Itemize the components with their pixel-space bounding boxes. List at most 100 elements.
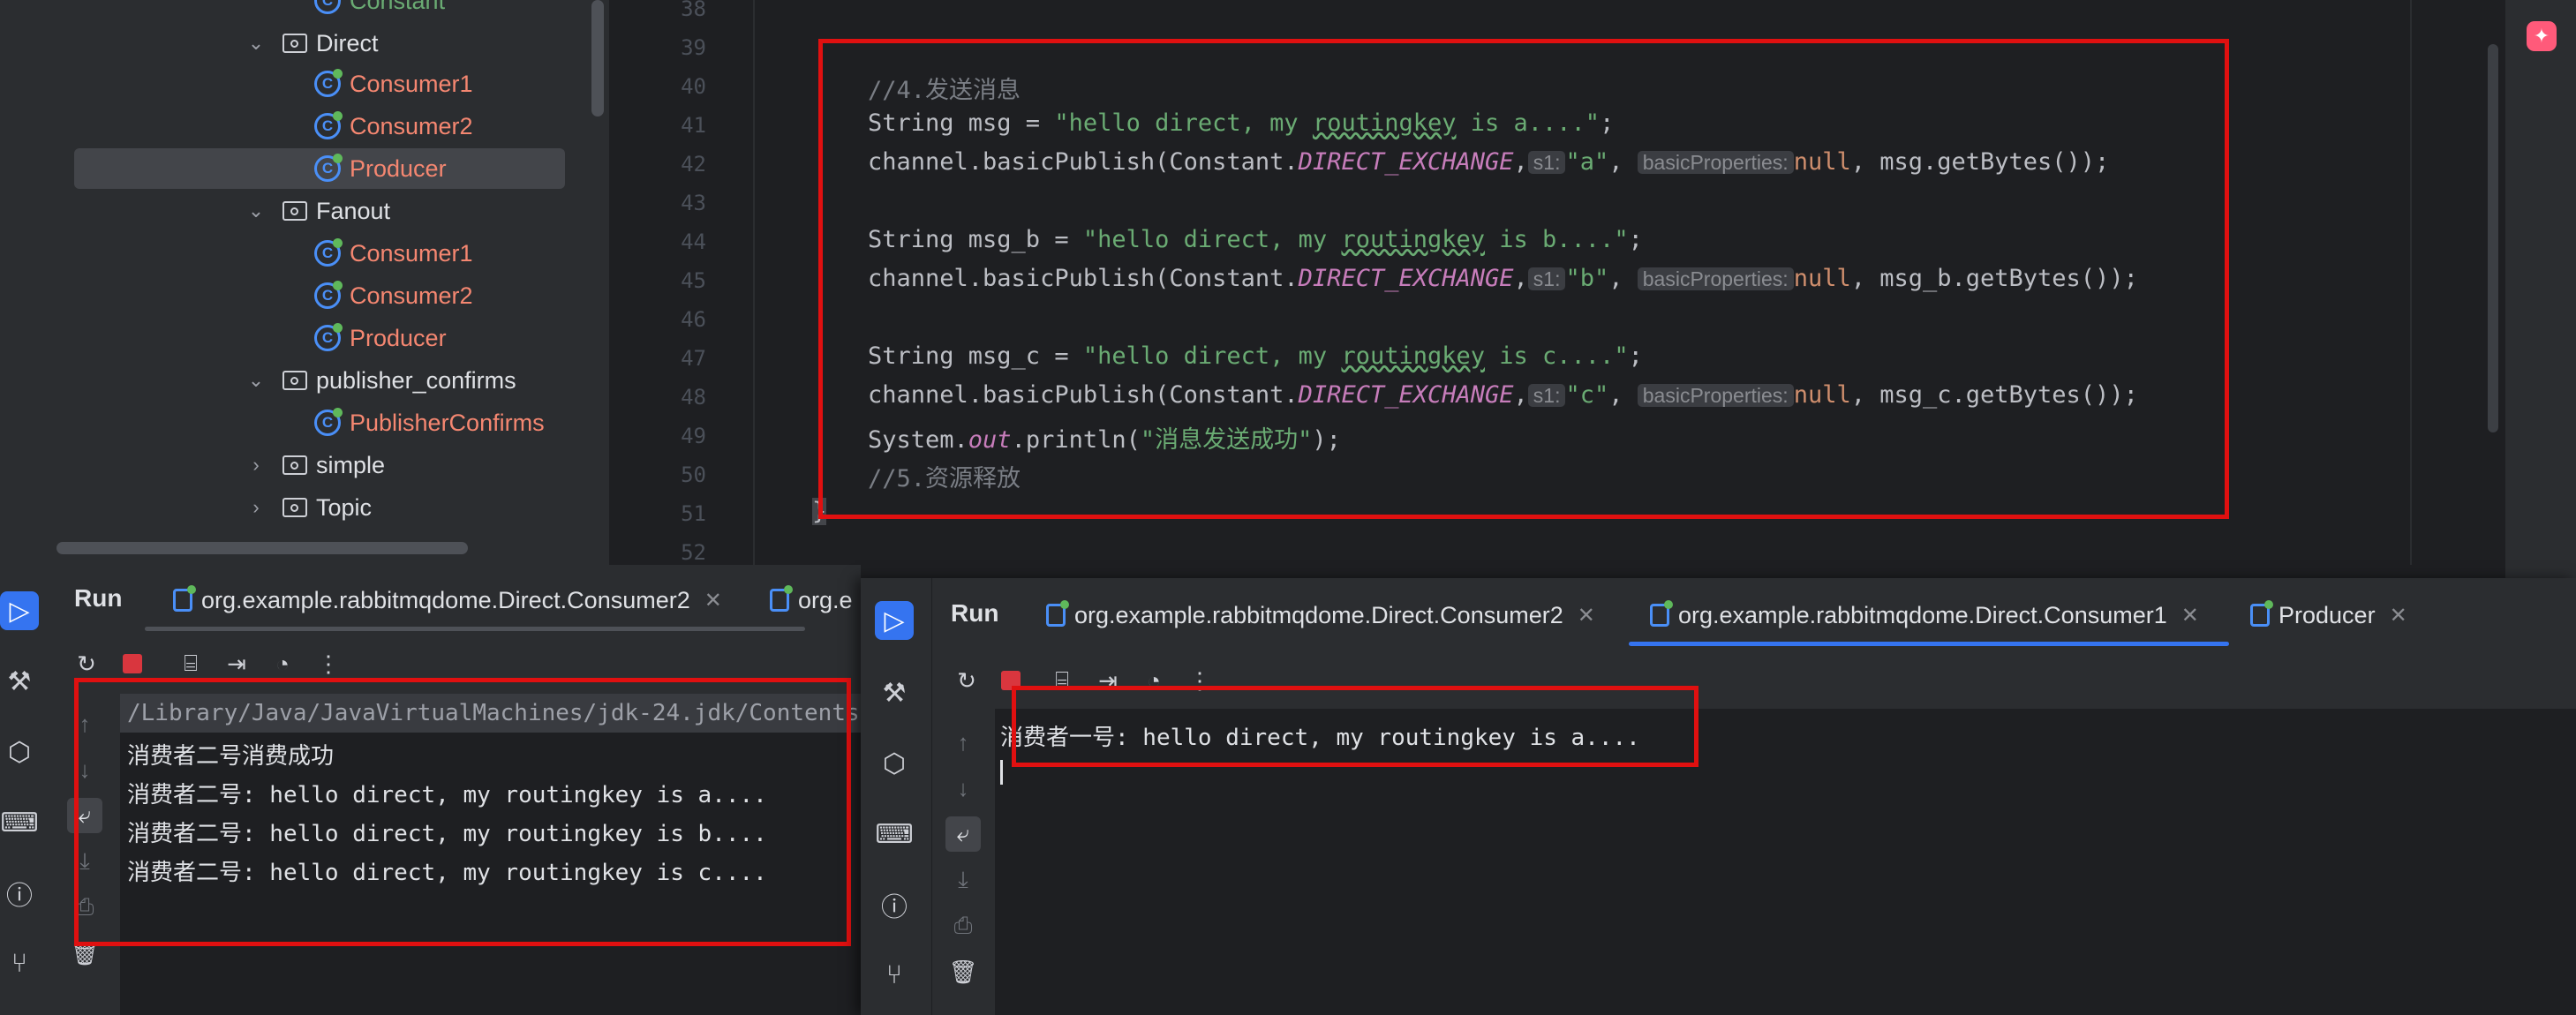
services-tool-icon[interactable]: ⬡ [0,733,39,771]
rerun-icon[interactable]: ↻ [71,648,102,680]
run-tool-icon[interactable]: ▷ [0,591,39,630]
restore-layout-icon[interactable]: ⇥ [221,648,252,680]
tab-consumer1[interactable]: org.example.rabbitmqdome.Direct.Consumer… [1650,596,2199,635]
chevron-right-icon[interactable]: › [244,496,268,519]
right-margin-guide [2410,0,2412,565]
close-icon[interactable]: ✕ [2181,603,2199,628]
run-config-icon [1046,600,1069,627]
profiler-icon[interactable]: ◔ [267,648,298,680]
services-tool-icon[interactable]: ⬡ [875,744,914,783]
code-string: "c" [1565,381,1609,409]
scroll-up-icon[interactable]: ↑ [945,725,981,760]
more-options-icon[interactable]: ⋮ [313,648,344,680]
run-panel-consumer2: Run org.example.rabbitmqdome.Direct.Cons… [53,565,861,1015]
code-constant: out [968,426,1012,454]
code-editor[interactable]: 38 39 40 41 42 43 44 45 46 47 48 49 50 5… [609,0,2505,565]
line-number: 52 [681,540,706,565]
tab-consumer2[interactable]: org.example.rabbitmqdome.Direct.Consumer… [173,581,722,620]
close-icon[interactable]: ✕ [1578,603,1595,628]
close-icon[interactable]: ✕ [2390,603,2407,628]
soft-wrap-icon[interactable]: ⤶ [945,816,981,852]
editor-vertical-scrollbar[interactable] [2488,44,2498,432]
tree-folder-fanout[interactable]: ⌄ Fanout [244,191,390,231]
tree-item-fanout-consumer1[interactable]: C Consumer1 [314,233,473,274]
tree-folder-simple[interactable]: › simple [244,445,385,485]
scroll-to-end-icon[interactable]: ⤓ [67,844,102,879]
run-config-icon [2250,600,2273,627]
problems-tool-icon[interactable]: ⓘ [875,885,914,924]
scroll-to-end-icon[interactable]: ⤓ [945,862,981,898]
code-token: , [1608,148,1638,176]
code-token: ; [1628,226,1643,253]
tree-item-direct-consumer2[interactable]: C Consumer2 [314,106,473,147]
tree-item-publisher-confirms[interactable]: C PublisherConfirms [314,402,545,443]
build-tool-icon[interactable]: ⚒ [0,662,39,701]
stop-icon[interactable] [117,648,148,680]
tree-item-direct-consumer1[interactable]: C Consumer1 [314,64,473,104]
tab-producer[interactable]: Producer ✕ [2250,596,2407,635]
more-options-icon[interactable]: ⋮ [1184,665,1216,696]
console-output[interactable]: /Library/Java/JavaVirtualMachines/jdk-24… [120,694,861,1015]
scroll-up-icon[interactable]: ↑ [67,706,102,741]
ai-assistant-icon[interactable]: ✦ [2527,21,2557,51]
code-line-48: channel.basicPublish(Constant.DIRECT_EXC… [868,381,2138,409]
soft-wrap-icon[interactable]: ⤶ [67,798,102,833]
package-folder-icon [282,34,307,53]
clear-console-icon[interactable]: 🗑 [67,936,102,971]
tab-consumer2[interactable]: org.example.rabbitmqdome.Direct.Consumer… [1046,596,1595,635]
terminal-tool-icon[interactable]: ⌨ [0,803,39,842]
tree-item-fanout-consumer2[interactable]: C Consumer2 [314,275,473,316]
chevron-down-icon[interactable]: ⌄ [244,32,268,55]
code-line-50: //5.资源释放 [868,465,1021,492]
tab-label: org.example.rabbitmqdome.Direct.Consumer… [1074,601,1563,628]
tab-label: org.example.rabbitmqdome.Direct.Consumer… [1678,601,2167,628]
indent-guide [753,0,755,565]
console-output[interactable]: 消费者一号: hello direct, my routingkey is a.… [995,709,2576,1015]
line-number: 49 [681,424,706,448]
tree-item-fanout-producer[interactable]: C Producer [314,318,447,358]
code-line-41: String msg = "hello direct, my routingke… [868,109,1614,137]
rerun-icon[interactable]: ↻ [951,665,983,696]
print-icon[interactable]: ⎙ [945,908,981,944]
terminal-tool-icon[interactable]: ⌨ [875,815,914,853]
class-icon: C [314,154,343,182]
camera-icon[interactable]: ⌸ [1046,665,1078,696]
tree-folder-direct[interactable]: ⌄ Direct [244,23,379,64]
close-icon[interactable]: ✕ [704,588,722,613]
tab-truncated[interactable]: org.e [770,581,853,620]
scroll-down-icon[interactable]: ↓ [945,771,981,806]
code-token: channel.basicPublish(Constant. [868,148,1299,176]
class-icon: C [314,408,343,436]
tree-folder-topic[interactable]: › Topic [244,487,372,528]
chevron-down-icon[interactable]: ⌄ [244,369,268,392]
left-tool-strip: ▷ ⚒ ⬡ ⌨ ⓘ ⑂ [0,565,53,1015]
problems-tool-icon[interactable]: ⓘ [0,874,39,913]
tree-horizontal-scrollbar[interactable] [56,542,468,554]
code-token: System. [868,426,968,454]
package-folder-icon [282,371,307,390]
camera-icon[interactable]: ⌸ [175,648,207,680]
tree-item-constant[interactable]: C Constant [314,0,445,21]
restore-layout-icon[interactable]: ⇥ [1092,665,1124,696]
active-tab-underline [1629,642,2229,646]
profiler-icon[interactable]: ◔ [1138,665,1170,696]
print-icon[interactable]: ⎙ [67,890,102,925]
tree-folder-publisher-confirms[interactable]: ⌄ publisher_confirms [244,360,516,401]
clear-console-icon[interactable]: 🗑 [945,954,981,989]
line-number: 39 [681,35,706,60]
run-config-icon [1650,600,1673,627]
package-folder-icon [282,498,307,517]
scroll-down-icon[interactable]: ↓ [67,752,102,787]
stop-icon[interactable] [995,665,1027,696]
tree-vertical-scrollbar[interactable] [591,0,604,117]
git-tool-icon[interactable]: ⑂ [0,944,39,983]
run-tool-icon[interactable]: ▷ [875,601,914,640]
tab-label: org.e [798,586,853,613]
build-tool-icon[interactable]: ⚒ [875,673,914,712]
tree-item-direct-producer[interactable]: C Producer [314,148,447,189]
git-tool-icon[interactable]: ⑂ [875,956,914,995]
tab-scroll-indicator [145,627,805,631]
chevron-right-icon[interactable]: › [244,454,268,477]
chevron-down-icon[interactable]: ⌄ [244,199,268,222]
code-line-51: } [812,498,827,525]
